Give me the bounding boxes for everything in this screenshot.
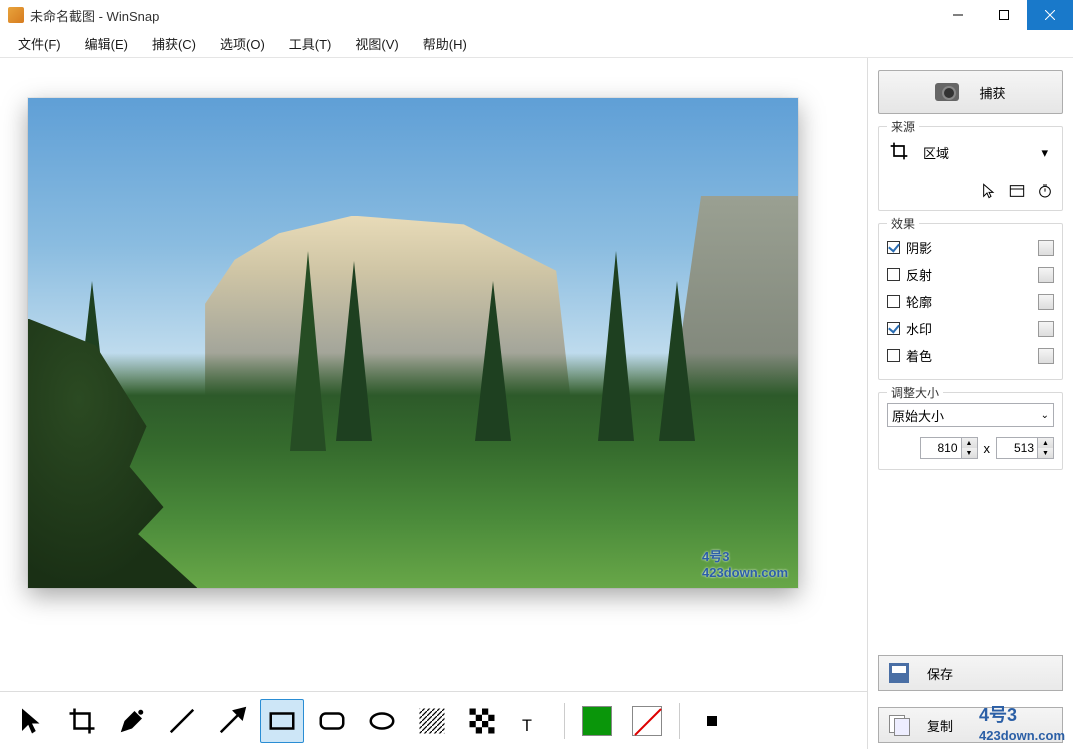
capture-button[interactable]: 捕获 [878,70,1063,114]
save-button[interactable]: 保存 [878,655,1063,691]
width-spinner[interactable]: ▲▼ [920,437,978,459]
effects-group: 效果 阴影 反射 轮廓 水印 着色 [878,223,1063,380]
no-fill[interactable] [625,699,669,743]
titlebar: 未命名截图 - WinSnap [0,0,1073,30]
stroke-width[interactable] [690,699,734,743]
tool-text[interactable]: T [510,699,554,743]
menu-view[interactable]: 视图(V) [343,30,410,57]
timer-icon[interactable] [1036,182,1054,200]
app-icon [8,7,24,23]
fx-shadow[interactable]: 阴影 [887,238,932,257]
tool-crop[interactable] [60,699,104,743]
fx-tint-options[interactable] [1038,348,1054,364]
chevron-down-icon: ⌄ [1041,410,1049,421]
menu-tools[interactable]: 工具(T) [277,30,344,57]
toolbar-separator-2 [679,703,680,739]
tool-ellipse[interactable] [360,699,404,743]
tool-pen[interactable] [110,699,154,743]
width-input[interactable] [921,441,961,455]
tool-pointer[interactable] [10,699,54,743]
fx-outline-options[interactable] [1038,294,1054,310]
height-input[interactable] [997,441,1037,455]
main-area: 4号3 423down.com T 捕 [0,58,1073,749]
fx-outline[interactable]: 轮廓 [887,292,932,311]
effects-group-title: 效果 [887,215,919,232]
fill-color[interactable] [575,699,619,743]
window-controls [935,0,1073,30]
canvas-area: 4号3 423down.com T [0,58,868,749]
drawing-toolbar: T [0,691,867,749]
fx-reflect[interactable]: 反射 [887,265,932,284]
menu-capture[interactable]: 捕获(C) [140,30,208,57]
resize-mode-select[interactable]: 原始大小 ⌄ [887,403,1054,427]
svg-text:T: T [522,717,532,735]
checkbox-icon [887,268,900,281]
toolbar-separator [564,703,565,739]
image-watermark: 4号3 423down.com [702,546,788,580]
tool-blur[interactable] [410,699,454,743]
close-button[interactable] [1027,0,1073,30]
save-icon [889,663,909,683]
checkbox-icon [887,349,900,362]
capture-label: 捕获 [979,83,1005,102]
canvas-viewport[interactable]: 4号3 423down.com [0,58,867,691]
screenshot-preview[interactable]: 4号3 423down.com [28,98,798,588]
cursor-include-icon[interactable] [980,182,998,200]
source-group: 来源 区域 ▾ [878,126,1063,211]
fx-shadow-options[interactable] [1038,240,1054,256]
resize-group-title: 调整大小 [887,384,943,401]
resize-group: 调整大小 原始大小 ⌄ ▲▼ x ▲▼ [878,392,1063,470]
source-group-title: 来源 [887,118,919,135]
menu-help[interactable]: 帮助(H) [411,30,479,57]
source-mode-dropdown[interactable]: 区域 ▾ [923,143,1052,162]
menu-options[interactable]: 选项(O) [208,30,277,57]
fx-tint[interactable]: 着色 [887,346,932,365]
chevron-down-icon: ▾ [1041,145,1048,161]
tool-line[interactable] [160,699,204,743]
fx-watermark-options[interactable] [1038,321,1054,337]
size-separator: x [984,441,991,456]
tool-rectangle[interactable] [260,699,304,743]
camera-icon [935,83,959,101]
checkbox-icon [887,241,900,254]
page-watermark: 4号3423down.com [979,701,1065,743]
minimize-button[interactable] [935,0,981,30]
tool-rounded-rect[interactable] [310,699,354,743]
menu-file[interactable]: 文件(F) [6,30,73,57]
fx-reflect-options[interactable] [1038,267,1054,283]
side-panel: 捕获 来源 区域 ▾ 效果 阴影 反射 轮廓 水印 着色 [868,58,1073,749]
height-spinner[interactable]: ▲▼ [996,437,1054,459]
crop-icon [889,141,909,164]
tool-arrow[interactable] [210,699,254,743]
window-title: 未命名截图 - WinSnap [30,6,935,25]
maximize-button[interactable] [981,0,1027,30]
copy-icon [889,715,909,735]
menu-edit[interactable]: 编辑(E) [73,30,140,57]
window-icon[interactable] [1008,182,1026,200]
tool-pixelate[interactable] [460,699,504,743]
checkbox-icon [887,322,900,335]
menubar: 文件(F) 编辑(E) 捕获(C) 选项(O) 工具(T) 视图(V) 帮助(H… [0,30,1073,58]
fx-watermark[interactable]: 水印 [887,319,932,338]
checkbox-icon [887,295,900,308]
